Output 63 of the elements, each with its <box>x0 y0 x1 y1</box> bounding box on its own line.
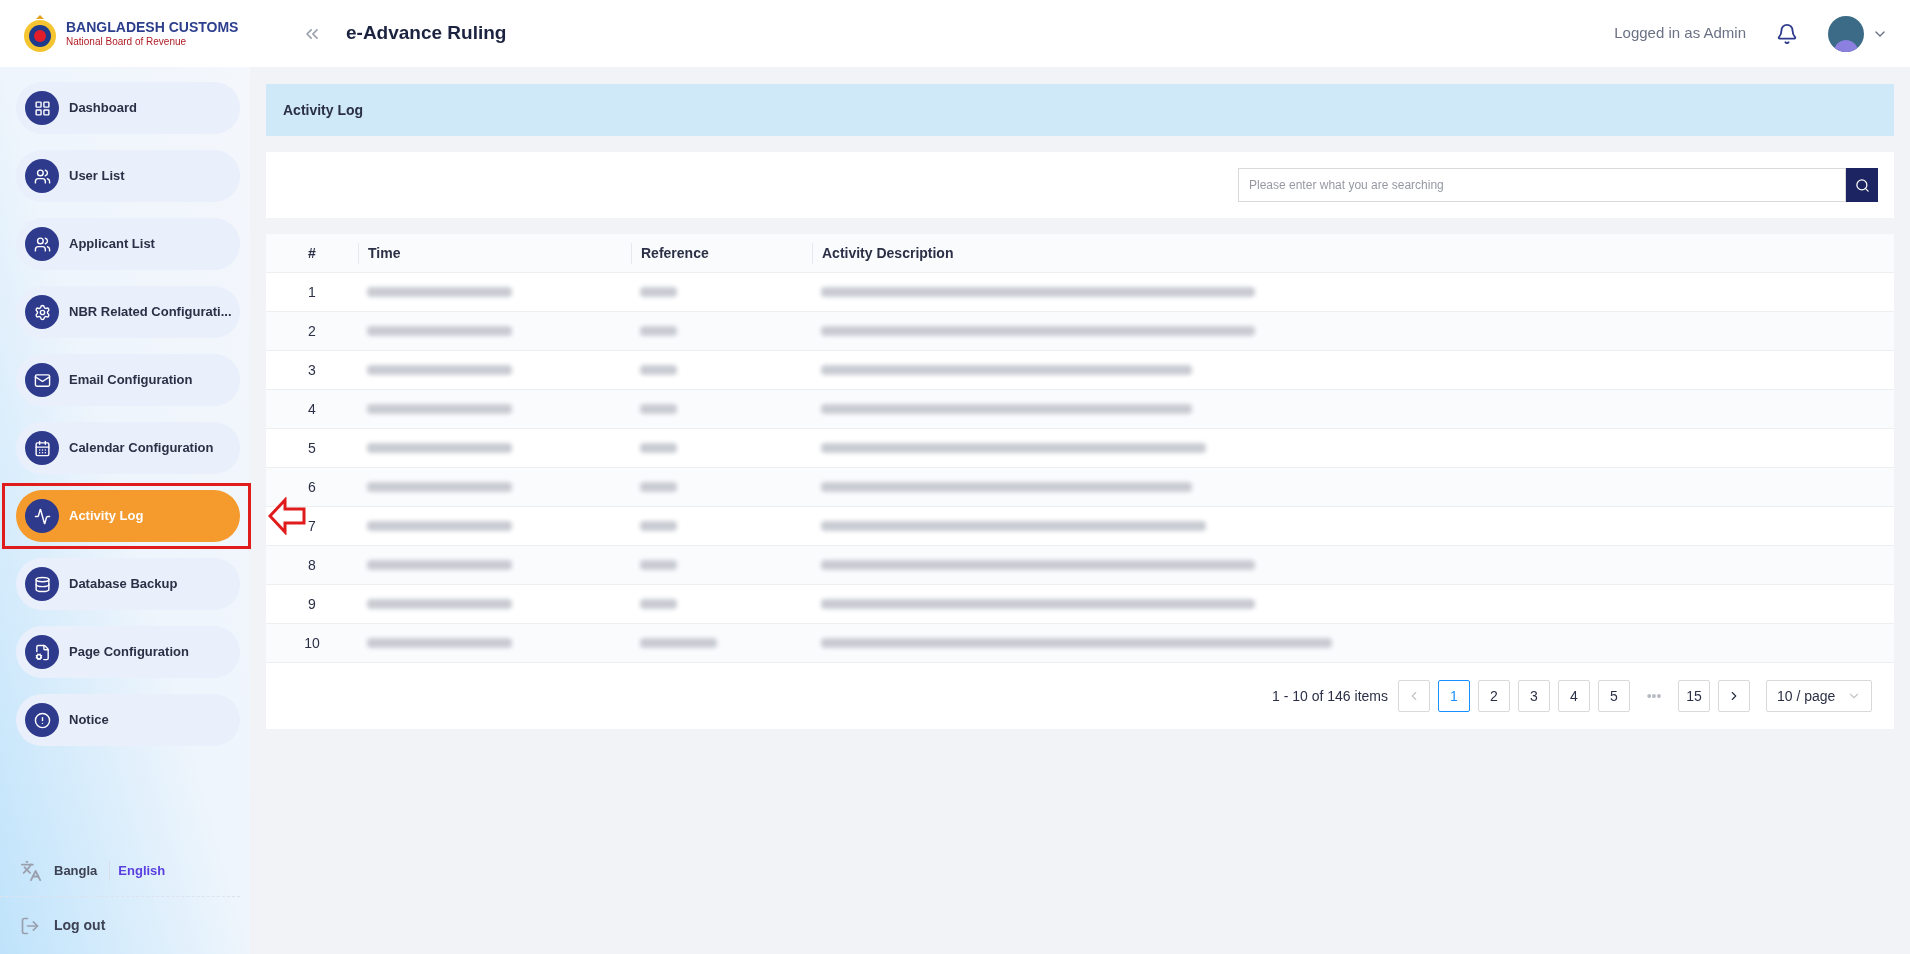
column-header: # <box>308 243 316 263</box>
table-cell-text: 7 <box>308 516 316 536</box>
table-cell-text: 6 <box>308 477 316 497</box>
page-button[interactable]: 5 <box>1598 680 1630 712</box>
column-header: Reference <box>641 243 709 263</box>
page-button[interactable]: 3 <box>1518 680 1550 712</box>
calendar-icon <box>25 431 59 465</box>
sidebar-item[interactable]: Calendar Configuration <box>16 422 240 474</box>
users-icon <box>25 227 59 261</box>
gear-icon <box>25 295 59 329</box>
file-icon <box>25 635 59 669</box>
brand-subtitle: National Board of Revenue <box>66 36 188 49</box>
users-icon <box>25 159 59 193</box>
column-header: Activity Description <box>822 243 954 263</box>
sidebar-item[interactable]: Email Configuration <box>16 354 240 406</box>
page-size-select[interactable]: 10 / page <box>1766 680 1872 712</box>
language-option[interactable]: English <box>109 861 166 881</box>
blurred-text <box>640 482 677 492</box>
page-button[interactable]: 2 <box>1478 680 1510 712</box>
app-title: e-Advance Ruling <box>346 21 507 46</box>
blurred-text <box>640 287 677 297</box>
brand-title: BANGLADESH CUSTOMS <box>66 18 239 36</box>
sidebar-item[interactable]: Applicant List <box>16 218 240 270</box>
avatar[interactable] <box>1828 15 1864 52</box>
sidebar-item[interactable]: Notice <box>16 694 240 746</box>
pagination-summary: 1 - 10 of 146 items <box>1272 686 1388 706</box>
sidebar-item[interactable]: NBR Related Configurati... <box>16 286 240 338</box>
user-label: Logged in as Admin <box>1614 23 1746 44</box>
blurred-text <box>640 521 677 531</box>
table-cell-text: 5 <box>308 438 316 458</box>
table-cell-text: 3 <box>308 360 316 380</box>
database-icon <box>25 567 59 601</box>
bell-icon[interactable] <box>1776 22 1798 45</box>
table-cell-text: 8 <box>308 555 316 575</box>
blurred-text <box>640 560 677 570</box>
column-header: Time <box>368 243 401 263</box>
sidebar-item[interactable]: User List <box>16 150 240 202</box>
page-button[interactable]: 4 <box>1558 680 1590 712</box>
logout-icon <box>20 915 40 936</box>
translate-icon <box>20 860 42 882</box>
table-cell-text: 9 <box>308 594 316 614</box>
alert-icon <box>25 703 59 737</box>
blurred-text <box>640 599 677 609</box>
mail-icon <box>25 363 59 397</box>
pulse-icon <box>25 499 59 533</box>
search-button[interactable] <box>1846 168 1878 202</box>
blurred-text <box>640 404 677 414</box>
page-title-bar: Activity Log <box>266 84 1894 136</box>
table-cell-text: 4 <box>308 399 316 419</box>
blurred-text <box>640 365 677 375</box>
sidebar-item[interactable]: Dashboard <box>16 82 240 134</box>
table-cell-text: 10 <box>304 633 320 653</box>
table-cell-text: 1 <box>308 282 316 302</box>
table-cell-text: 2 <box>308 321 316 341</box>
page-button[interactable]: 15 <box>1678 680 1710 712</box>
search-icon <box>1854 177 1870 193</box>
blurred-text <box>640 443 677 453</box>
sidebar-item[interactable]: Page Configuration <box>16 626 240 678</box>
blurred-text <box>640 326 677 336</box>
grid-icon <box>25 91 59 125</box>
sidebar-item[interactable]: Database Backup <box>16 558 240 610</box>
language-option[interactable]: Bangla <box>54 861 98 881</box>
logout-button[interactable]: Log out <box>0 897 250 954</box>
